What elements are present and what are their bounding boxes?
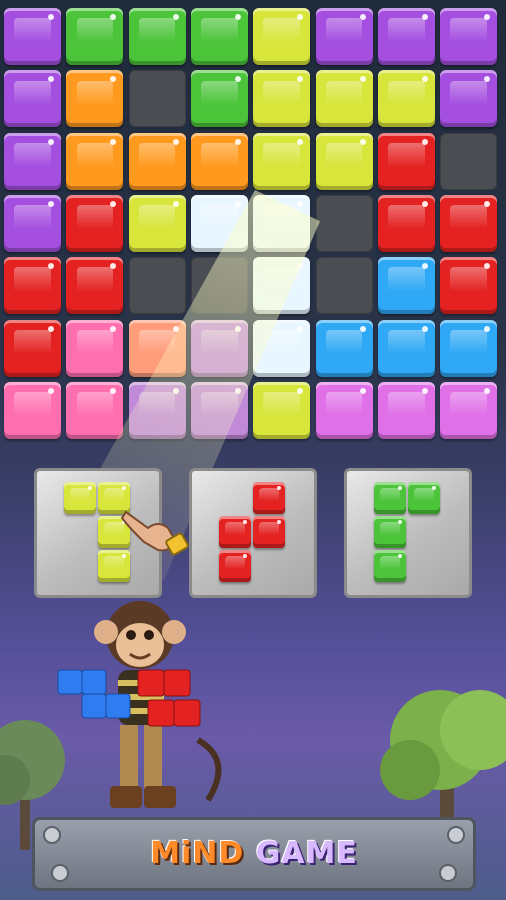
purple-gem-cell[interactable] bbox=[315, 8, 373, 65]
green-gem-cell[interactable] bbox=[190, 8, 248, 65]
yellow-gem-cell[interactable] bbox=[253, 132, 311, 190]
salmon-gem-cell[interactable] bbox=[128, 319, 186, 377]
purple-gem-cell[interactable] bbox=[4, 70, 61, 128]
empty-cell[interactable] bbox=[315, 257, 373, 315]
empty-cell[interactable] bbox=[190, 257, 248, 315]
title-banner: MiND GAME bbox=[32, 817, 476, 891]
empty-cell[interactable] bbox=[128, 257, 186, 315]
green-piece-cell[interactable] bbox=[408, 482, 440, 514]
yellow-gem-cell[interactable] bbox=[253, 8, 311, 65]
purple-gem-cell[interactable] bbox=[377, 8, 435, 65]
empty-cell[interactable] bbox=[315, 194, 373, 252]
white-gem-cell[interactable] bbox=[253, 194, 311, 252]
empty-cell[interactable] bbox=[440, 132, 498, 190]
green-piece-cell[interactable] bbox=[374, 550, 406, 582]
game-title: MiND GAME bbox=[35, 836, 473, 871]
orange-gem-cell[interactable] bbox=[190, 132, 248, 190]
yellow-gem-cell[interactable] bbox=[377, 70, 435, 128]
monkey-character bbox=[57, 601, 222, 808]
purple-gem-cell[interactable] bbox=[440, 70, 498, 128]
title-word-mind: MiND bbox=[150, 836, 245, 871]
orange-gem-cell[interactable] bbox=[66, 70, 124, 128]
red-piece-cell[interactable] bbox=[219, 550, 251, 582]
white-gem-cell[interactable] bbox=[190, 194, 248, 252]
green-gem-cell[interactable] bbox=[190, 70, 248, 128]
pink-gem-cell[interactable] bbox=[66, 381, 124, 439]
white-gem-cell[interactable] bbox=[253, 257, 311, 315]
yellow-piece-cell[interactable] bbox=[64, 482, 96, 514]
purple-gem-cell[interactable] bbox=[4, 132, 61, 190]
piece-tray-2[interactable] bbox=[189, 468, 317, 598]
red-gem-cell[interactable] bbox=[66, 257, 124, 315]
orange-gem-cell[interactable] bbox=[66, 132, 124, 190]
pink-gem-cell[interactable] bbox=[66, 319, 124, 377]
purple-gem-cell[interactable] bbox=[440, 8, 498, 65]
magenta-gem-cell[interactable] bbox=[440, 381, 498, 439]
yellow-gem-cell[interactable] bbox=[315, 132, 373, 190]
red-piece-cell[interactable] bbox=[219, 516, 251, 548]
red-gem-cell[interactable] bbox=[377, 194, 435, 252]
mauve-gem-cell[interactable] bbox=[128, 381, 186, 439]
empty-cell[interactable] bbox=[128, 70, 186, 128]
game-board[interactable] bbox=[4, 8, 502, 448]
game-screen: MiND GAME bbox=[0, 0, 506, 900]
purple-gem-cell[interactable] bbox=[4, 194, 61, 252]
title-word-game: GAME bbox=[255, 836, 358, 871]
pointing-hand-icon bbox=[120, 510, 189, 556]
magenta-gem-cell[interactable] bbox=[315, 381, 373, 439]
green-piece-cell[interactable] bbox=[374, 482, 406, 514]
magenta-gem-cell[interactable] bbox=[377, 381, 435, 439]
yellow-gem-cell[interactable] bbox=[253, 381, 311, 439]
mauve-gem-cell[interactable] bbox=[190, 319, 248, 377]
red-gem-cell[interactable] bbox=[4, 257, 61, 315]
red-gem-cell[interactable] bbox=[66, 194, 124, 252]
green-gem-cell[interactable] bbox=[128, 8, 186, 65]
mauve-gem-cell[interactable] bbox=[190, 381, 248, 439]
red-piece-cell[interactable] bbox=[253, 482, 285, 514]
white-gem-cell[interactable] bbox=[253, 319, 311, 377]
red-gem-cell[interactable] bbox=[377, 132, 435, 190]
purple-gem-cell[interactable] bbox=[4, 8, 61, 65]
yellow-gem-cell[interactable] bbox=[253, 70, 311, 128]
blue-gem-cell[interactable] bbox=[315, 319, 373, 377]
red-gem-cell[interactable] bbox=[4, 319, 61, 377]
red-gem-cell[interactable] bbox=[440, 257, 498, 315]
red-gem-cell[interactable] bbox=[440, 194, 498, 252]
orange-gem-cell[interactable] bbox=[128, 132, 186, 190]
red-piece-cell[interactable] bbox=[253, 516, 285, 548]
green-piece-cell[interactable] bbox=[374, 516, 406, 548]
blue-gem-cell[interactable] bbox=[440, 319, 498, 377]
yellow-gem-cell[interactable] bbox=[315, 70, 373, 128]
blue-gem-cell[interactable] bbox=[377, 257, 435, 315]
pink-gem-cell[interactable] bbox=[4, 381, 61, 439]
yellow-gem-cell[interactable] bbox=[128, 194, 186, 252]
piece-tray-3[interactable] bbox=[344, 468, 472, 598]
green-gem-cell[interactable] bbox=[66, 8, 124, 65]
blue-gem-cell[interactable] bbox=[377, 319, 435, 377]
